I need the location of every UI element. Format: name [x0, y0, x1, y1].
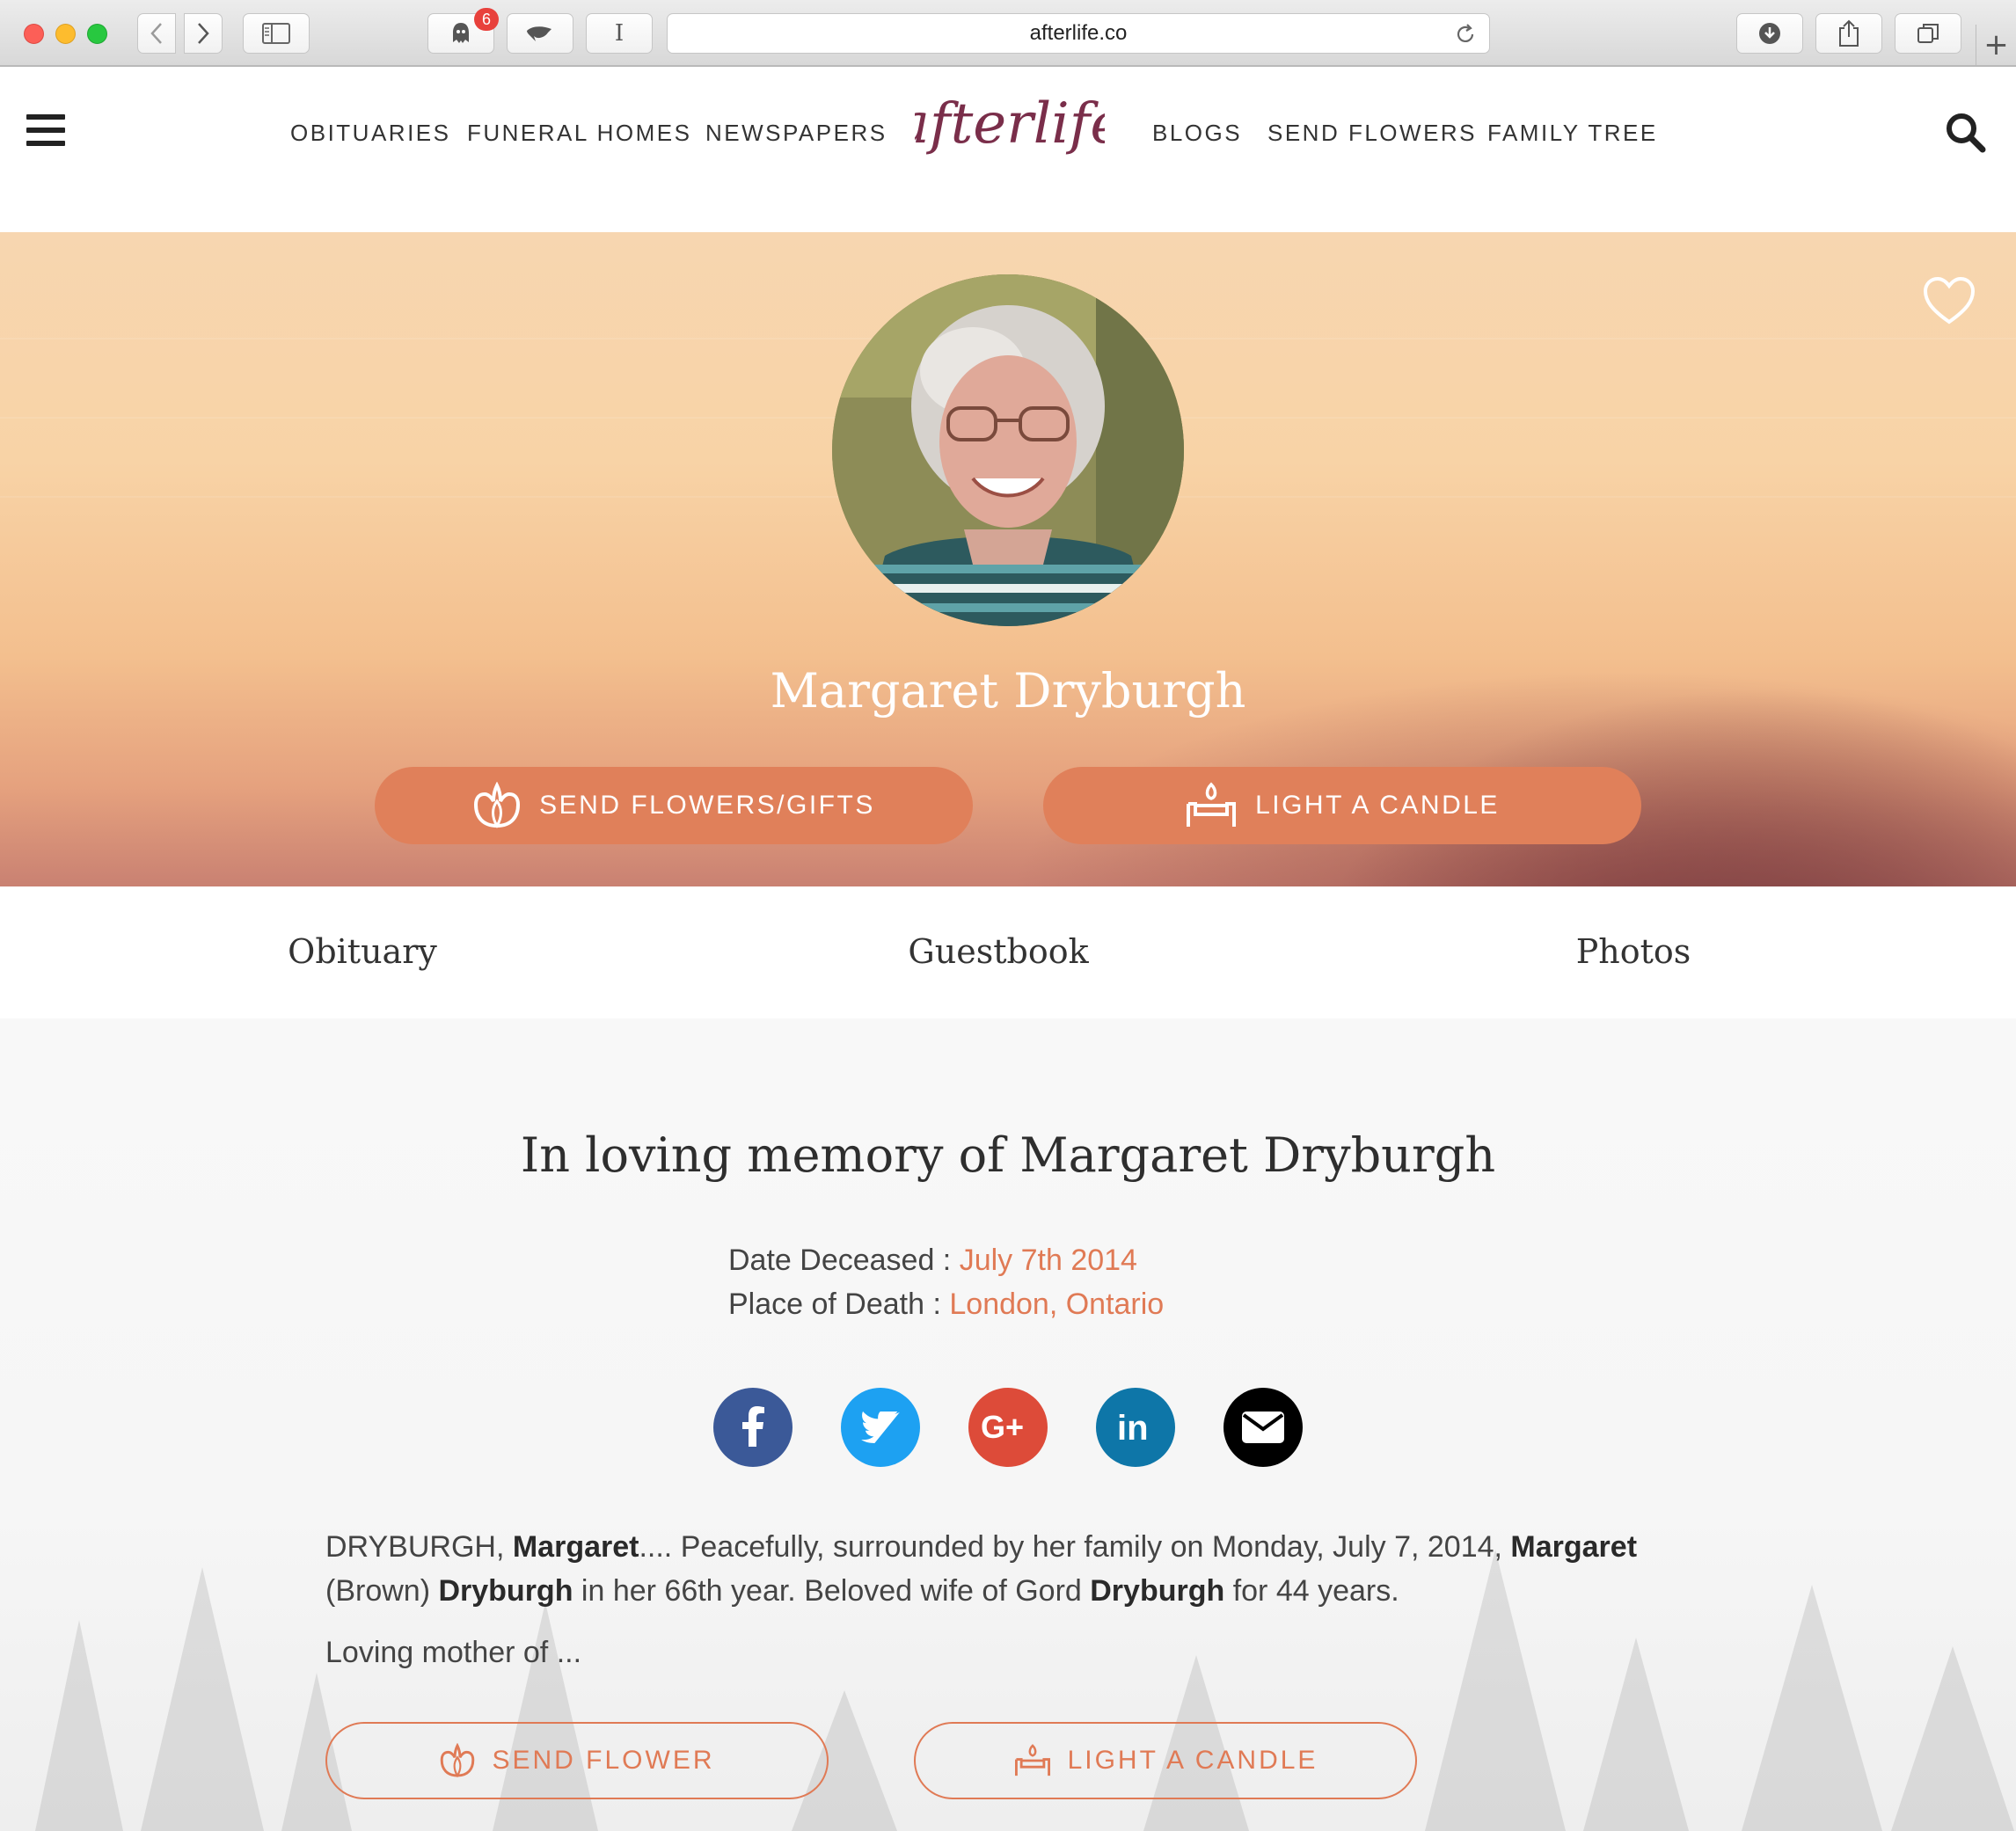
extension-button[interactable]: [507, 13, 573, 54]
nav-funeral-homes[interactable]: FUNERAL HOMES: [467, 120, 691, 147]
address-bar[interactable]: afterlife.co: [667, 13, 1490, 54]
place-of-death-value[interactable]: London, Ontario: [949, 1288, 1164, 1321]
light-candle-label: LIGHT A CANDLE: [1255, 791, 1500, 820]
obituary-content: In loving memory of Margaret Dryburgh Da…: [0, 1018, 2016, 1831]
plus-icon: +: [1983, 27, 2009, 62]
sidebar-icon: [262, 23, 290, 44]
share-email-button[interactable]: [1223, 1388, 1303, 1467]
bio-text: (Brown): [325, 1574, 439, 1608]
site-header: OBITUARIES FUNERAL HOMES NEWSPAPERS afte…: [0, 67, 2016, 232]
candle-icon: [1013, 1743, 1052, 1778]
svg-text:in: in: [1117, 1409, 1149, 1447]
url-text: afterlife.co: [1029, 21, 1128, 45]
flower-icon: [439, 1743, 476, 1778]
sidebar-toggle-button[interactable]: [243, 13, 310, 54]
facebook-icon: [742, 1406, 764, 1447]
date-deceased-row: Date Deceased : July 7th 2014: [728, 1244, 1137, 1278]
portrait-illustration: [832, 274, 1184, 626]
reload-icon[interactable]: [1454, 23, 1477, 46]
svg-text:G+: G+: [981, 1410, 1024, 1445]
twitter-icon: [861, 1412, 900, 1443]
bio-text: DRYBURGH,: [325, 1530, 513, 1564]
ghostery-extension-button[interactable]: 6: [427, 8, 499, 54]
bio-highlight: Dryburgh: [438, 1574, 573, 1608]
notification-badge: 6: [474, 8, 499, 31]
search-icon[interactable]: [1944, 111, 1988, 155]
memorial-tabs: Obituary Guestbook Photos: [0, 886, 2016, 1018]
share-button[interactable]: [1815, 13, 1882, 54]
back-button[interactable]: [137, 13, 176, 54]
share-facebook-button[interactable]: [713, 1388, 793, 1467]
linkedin-icon: in: [1117, 1409, 1149, 1447]
deceased-name: Margaret Dryburgh: [770, 663, 1246, 719]
send-flowers-gifts-button[interactable]: SEND FLOWERS/GIFTS: [375, 767, 973, 844]
nav-blogs[interactable]: BLOGS: [1152, 120, 1242, 147]
memorial-hero: Margaret Dryburgh SEND FLOWERS/GIFTS LIG…: [0, 232, 2016, 886]
obituary-text: DRYBURGH, Margaret.... Peacefully, surro…: [325, 1525, 1662, 1613]
window-minimize-button[interactable]: [55, 24, 76, 44]
download-icon: [1759, 23, 1780, 44]
send-flower-button[interactable]: SEND FLOWER: [325, 1722, 829, 1799]
afterlife-logo[interactable]: afterlife: [915, 81, 1105, 178]
tab-obituary[interactable]: Obituary: [288, 932, 437, 971]
flower-icon: [472, 782, 522, 829]
bio-text: for 44 years.: [1224, 1574, 1399, 1608]
menu-button[interactable]: [26, 114, 65, 146]
place-of-death-row: Place of Death : London, Ontario: [728, 1288, 1164, 1322]
ghost-icon: [453, 23, 469, 43]
share-linkedin-button[interactable]: in: [1096, 1388, 1175, 1467]
logo-text: afterlife: [915, 91, 1105, 157]
share-twitter-button[interactable]: [841, 1388, 920, 1467]
hamburger-icon: [26, 114, 65, 120]
bio-highlight: Margaret: [1510, 1530, 1638, 1564]
tab-guestbook[interactable]: Guestbook: [908, 932, 1088, 971]
nav-send-flowers[interactable]: SEND FLOWERS: [1267, 120, 1477, 147]
candle-icon: [1185, 781, 1238, 830]
bird-icon: [527, 26, 551, 41]
nav-obituaries[interactable]: OBITUARIES: [290, 120, 450, 147]
window-close-button[interactable]: [24, 24, 44, 44]
reader-extension-button[interactable]: I: [586, 13, 653, 54]
envelope-icon: [1242, 1412, 1284, 1443]
nav-family-tree[interactable]: FAMILY TREE: [1487, 120, 1658, 147]
date-deceased-value[interactable]: July 7th 2014: [960, 1244, 1137, 1277]
page: 6 I afterlife.co + OBITUARIES FUNERAL HO…: [0, 0, 2016, 1831]
tabs-overview-button[interactable]: [1895, 13, 1961, 54]
hamburger-bar: [26, 128, 65, 133]
window-zoom-button[interactable]: [87, 24, 107, 44]
tabs-icon: [1917, 24, 1939, 43]
portrait-photo: [832, 274, 1184, 626]
light-candle-outline-label: LIGHT A CANDLE: [1067, 1746, 1318, 1775]
tab-photos[interactable]: Photos: [1576, 932, 1691, 971]
obituary-more-text: Loving mother of ...: [325, 1636, 582, 1669]
google-plus-icon: G+: [981, 1410, 1024, 1445]
downloads-button[interactable]: [1736, 13, 1803, 54]
browser-toolbar: 6 I afterlife.co +: [0, 0, 2016, 67]
share-icon: [1839, 19, 1859, 47]
hamburger-bar: [26, 141, 65, 146]
place-of-death-label: Place of Death :: [728, 1288, 950, 1321]
bio-highlight: Dryburgh: [1090, 1574, 1225, 1608]
forward-button[interactable]: [184, 13, 223, 54]
send-flower-label: SEND FLOWER: [492, 1746, 715, 1775]
light-candle-button[interactable]: LIGHT A CANDLE: [1043, 767, 1641, 844]
bio-text: in her 66th year. Beloved wife of Gord: [573, 1574, 1091, 1608]
nav-newspapers[interactable]: NEWSPAPERS: [705, 120, 887, 147]
chevron-left-icon: [150, 23, 162, 44]
light-candle-outline-button[interactable]: LIGHT A CANDLE: [914, 1722, 1417, 1799]
send-flowers-gifts-label: SEND FLOWERS/GIFTS: [539, 791, 875, 820]
chevron-right-icon: [198, 23, 209, 44]
date-deceased-label: Date Deceased :: [728, 1244, 960, 1277]
bio-text: .... Peacefully, surrounded by her famil…: [639, 1530, 1511, 1564]
favorite-heart-icon[interactable]: [1923, 276, 1976, 325]
share-google-plus-button[interactable]: G+: [968, 1388, 1048, 1467]
new-tab-button[interactable]: +: [1976, 25, 2016, 65]
memorial-title: In loving memory of Margaret Dryburgh: [520, 1127, 1496, 1183]
bio-highlight: Margaret: [512, 1530, 639, 1564]
reader-glyph: I: [614, 20, 625, 47]
